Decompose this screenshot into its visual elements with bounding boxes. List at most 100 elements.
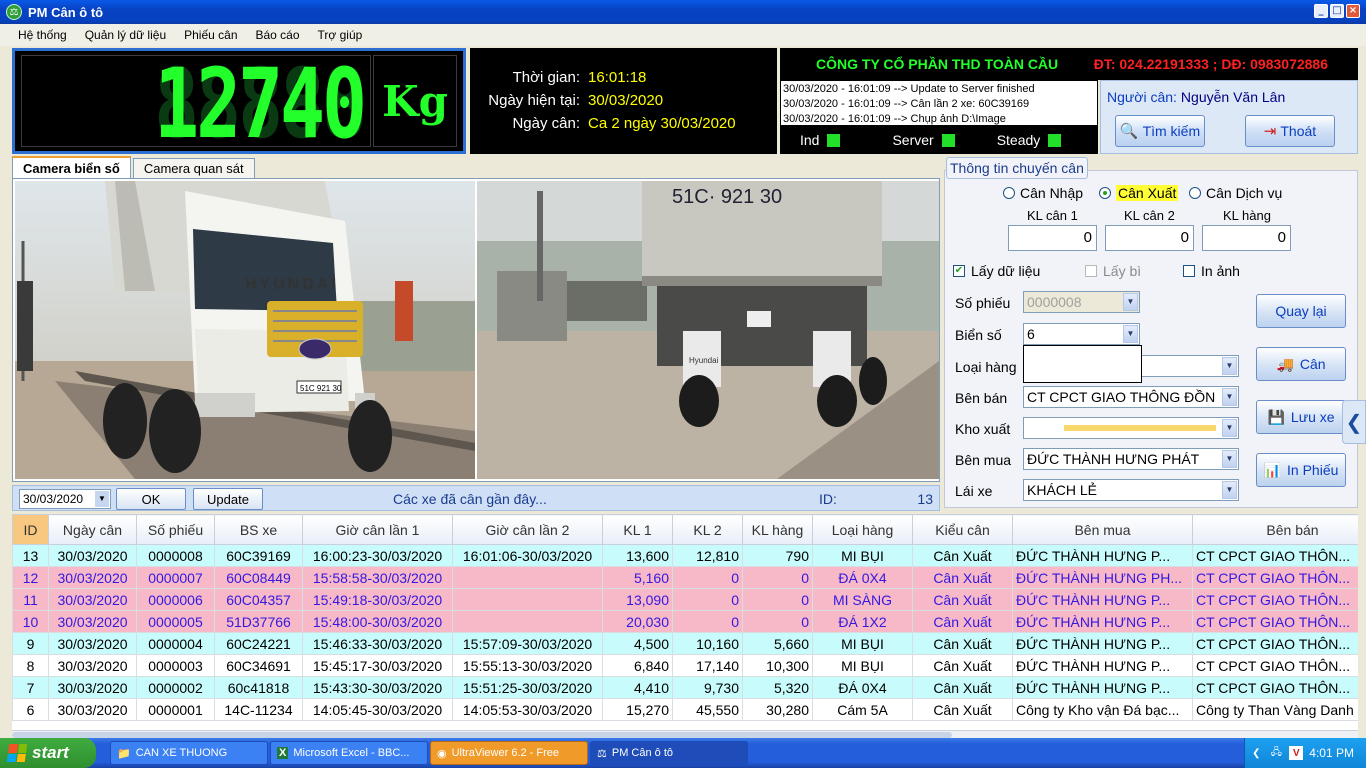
camera-panel: HYUNDAI 51C 921 30 51C· 921 30 Hyundai — [12, 178, 940, 482]
search-button[interactable]: 🔍 Tìm kiếm — [1115, 115, 1205, 147]
dropdown-arrow-icon[interactable]: ▼ — [1123, 293, 1138, 311]
column-header[interactable]: KL 2 — [672, 514, 743, 545]
ben-ban-value: CT CPCT GIAO THÔNG ĐỒN — [1027, 389, 1216, 405]
dropdown-arrow-icon[interactable]: ▼ — [1123, 325, 1138, 343]
kho-xuat-field[interactable]: ▼ — [1023, 417, 1239, 439]
checkbox-lay-bi[interactable]: Lấy bì — [1085, 263, 1141, 279]
update-button[interactable]: Update — [193, 488, 263, 510]
exit-button[interactable]: ⇥ Thoát — [1245, 115, 1335, 147]
maximize-button[interactable]: □ — [1330, 4, 1344, 18]
horizontal-scrollbar[interactable] — [12, 730, 1358, 738]
loai-hang-dropdown-list[interactable] — [1023, 345, 1142, 383]
table-row[interactable]: 10 30/03/2020 0000005 51D37766 15:48:00-30/0… — [12, 610, 1358, 633]
ok-button[interactable]: OK — [116, 488, 186, 510]
dropdown-arrow-icon[interactable]: ▼ — [1222, 419, 1237, 437]
ben-ban-field[interactable]: CT CPCT GIAO THÔNG ĐỒN ▼ — [1023, 386, 1239, 408]
column-header[interactable]: BS xe — [214, 514, 303, 545]
table-row[interactable]: 7 30/03/2020 0000002 60c41818 15:43:30-30/03… — [12, 676, 1358, 699]
weigh-button[interactable]: 🚚 Cân — [1256, 347, 1346, 381]
dropdown-arrow-icon[interactable]: ▼ — [1222, 388, 1237, 406]
kl-can-1-field[interactable]: 0 — [1008, 225, 1097, 251]
taskbar-item-excel[interactable]: X Microsoft Excel - BBC... — [270, 741, 428, 765]
column-header[interactable]: Bên mua — [1012, 514, 1193, 545]
radio-can-nhap[interactable]: Cân Nhập — [1003, 185, 1083, 201]
dropdown-arrow-icon[interactable]: ▼ — [1222, 481, 1237, 499]
column-header[interactable]: KL 1 — [602, 514, 673, 545]
radio-circle-icon — [1189, 187, 1201, 199]
radio-checked-icon — [1099, 187, 1111, 199]
status-bar: Ind Server Steady — [780, 126, 1098, 154]
recent-label: Các xe đã cân gần đây... — [393, 491, 547, 507]
table-cell: 10,300 — [742, 654, 813, 677]
menu-bao-cao[interactable]: Báo cáo — [256, 28, 300, 42]
current-date-value: 30/03/2020 — [588, 92, 664, 109]
tab-camera-bien-so[interactable]: Camera biển số — [12, 156, 131, 178]
table-cell: 0 — [742, 610, 813, 633]
rear-top-plate-text: 51C· 921 30 — [672, 186, 782, 208]
column-header[interactable]: Giờ cân lần 1 — [302, 514, 453, 545]
checkbox-in-anh[interactable]: In ảnh — [1183, 263, 1240, 279]
back-button[interactable]: Quay lại — [1256, 294, 1346, 328]
menu-tro-giup[interactable]: Trợ giúp — [318, 28, 363, 42]
column-header[interactable]: Số phiếu — [136, 514, 215, 545]
save-truck-button[interactable]: 💾 Lưu xe — [1256, 400, 1346, 434]
status-steady: Steady — [997, 132, 1062, 148]
print-ticket-button[interactable]: 📊 In Phiếu — [1256, 453, 1346, 487]
column-header[interactable]: ID — [12, 514, 49, 545]
table-cell: 30/03/2020 — [48, 654, 137, 677]
radio-can-xuat[interactable]: Cân Xuất — [1099, 185, 1179, 201]
kl-hang-field[interactable]: 0 — [1202, 225, 1291, 251]
date-picker[interactable]: 30/03/2020 ▼ — [19, 489, 111, 509]
column-header[interactable]: Ngày cân — [48, 514, 137, 545]
tray-chevron-icon[interactable]: ❮ — [1249, 746, 1263, 760]
start-button[interactable]: start — [0, 738, 96, 768]
lai-xe-field[interactable]: KHÁCH LẺ ▼ — [1023, 479, 1239, 501]
collapse-panel-chevron-icon[interactable]: ❮ — [1342, 400, 1366, 444]
checkbox-icon — [1085, 265, 1097, 277]
menu-he-thong[interactable]: Hệ thống — [18, 28, 67, 42]
so-phieu-field[interactable]: 0000008 ▼ — [1023, 291, 1140, 313]
id-value: 13 — [917, 491, 933, 507]
dropdown-arrow-icon[interactable]: ▼ — [1222, 450, 1237, 468]
column-header[interactable]: Kiểu cân — [912, 514, 1013, 545]
radio-can-dich-vu[interactable]: Cân Dịch vụ — [1189, 185, 1282, 201]
ben-mua-field[interactable]: ĐỨC THÀNH HƯNG PHÁT ▼ — [1023, 448, 1239, 470]
clock[interactable]: 4:01 PM — [1309, 746, 1354, 760]
kl-can-2-field[interactable]: 0 — [1105, 225, 1194, 251]
table-row[interactable]: 8 30/03/2020 0000003 60C34691 15:45:17-30/03… — [12, 654, 1358, 677]
dropdown-arrow-icon[interactable]: ▼ — [95, 491, 109, 507]
menu-quan-ly-du-lieu[interactable]: Quản lý dữ liệu — [85, 28, 166, 42]
table-row[interactable]: 13 30/03/2020 0000008 60C39169 16:00:23-30/0… — [12, 544, 1358, 567]
taskbar-item-label: Microsoft Excel - BBC... — [293, 747, 410, 759]
minimize-button[interactable]: _ — [1314, 4, 1328, 18]
table-cell: 0000005 — [136, 610, 215, 633]
checkbox-lay-du-lieu[interactable]: ✔ Lấy dữ liệu — [953, 263, 1040, 279]
table-row[interactable]: 6 30/03/2020 0000001 14C-11234 14:05:45-30/0… — [12, 698, 1358, 721]
column-header[interactable]: Giờ cân lần 2 — [452, 514, 603, 545]
taskbar-item-ultraviewer[interactable]: ◉ UltraViewer 6.2 - Free — [430, 741, 588, 765]
window-title: PM Cân ô tô — [28, 4, 104, 20]
table-cell: ĐỨC THÀNH HƯNG P... — [1012, 654, 1193, 677]
table-row[interactable]: 9 30/03/2020 0000004 60C24221 15:46:33-30/03… — [12, 632, 1358, 655]
table-cell: 15:45:17-30/03/2020 — [302, 654, 453, 677]
dropdown-arrow-icon[interactable]: ▼ — [1222, 357, 1237, 375]
table-cell: 16:01:06-30/03/2020 — [452, 544, 603, 567]
bien-so-field[interactable]: 6 ▼ — [1023, 323, 1140, 345]
table-row[interactable]: 12 30/03/2020 0000007 60C08449 15:58:58-30/0… — [12, 566, 1358, 589]
network-icon[interactable]: 🖧 — [1269, 746, 1283, 760]
menu-phieu-can[interactable]: Phiếu cân — [184, 28, 237, 42]
column-header[interactable]: Bên bán — [1192, 514, 1358, 545]
table-cell: 5,160 — [602, 566, 673, 589]
column-header[interactable]: Loại hàng — [812, 514, 913, 545]
taskbar-item-can-xe-thuong[interactable]: 📁 CAN XE THUONG — [110, 741, 268, 765]
column-header[interactable]: KL hàng — [742, 514, 813, 545]
tab-camera-quan-sat[interactable]: Camera quan sát — [132, 158, 255, 178]
antivirus-icon[interactable]: V — [1289, 746, 1304, 760]
event-log[interactable]: 30/03/2020 - 16:01:09 --> Update to Serv… — [780, 80, 1098, 126]
camera-rear-image: 51C· 921 30 Hyundai — [477, 181, 939, 479]
taskbar-item-pm-can-o-to[interactable]: ⚖ PM Cân ô tô — [590, 741, 748, 765]
table-row[interactable]: 11 30/03/2020 0000006 60C04357 15:49:18-30/0… — [12, 588, 1358, 611]
company-phone: ĐT: 024.22191333 ; DĐ: 0983072886 — [1093, 56, 1328, 72]
close-button[interactable]: × — [1346, 4, 1360, 18]
recent-weighings-table[interactable]: ID Ngày cân Số phiếu BS xe Giờ cân lần 1… — [12, 514, 1358, 730]
